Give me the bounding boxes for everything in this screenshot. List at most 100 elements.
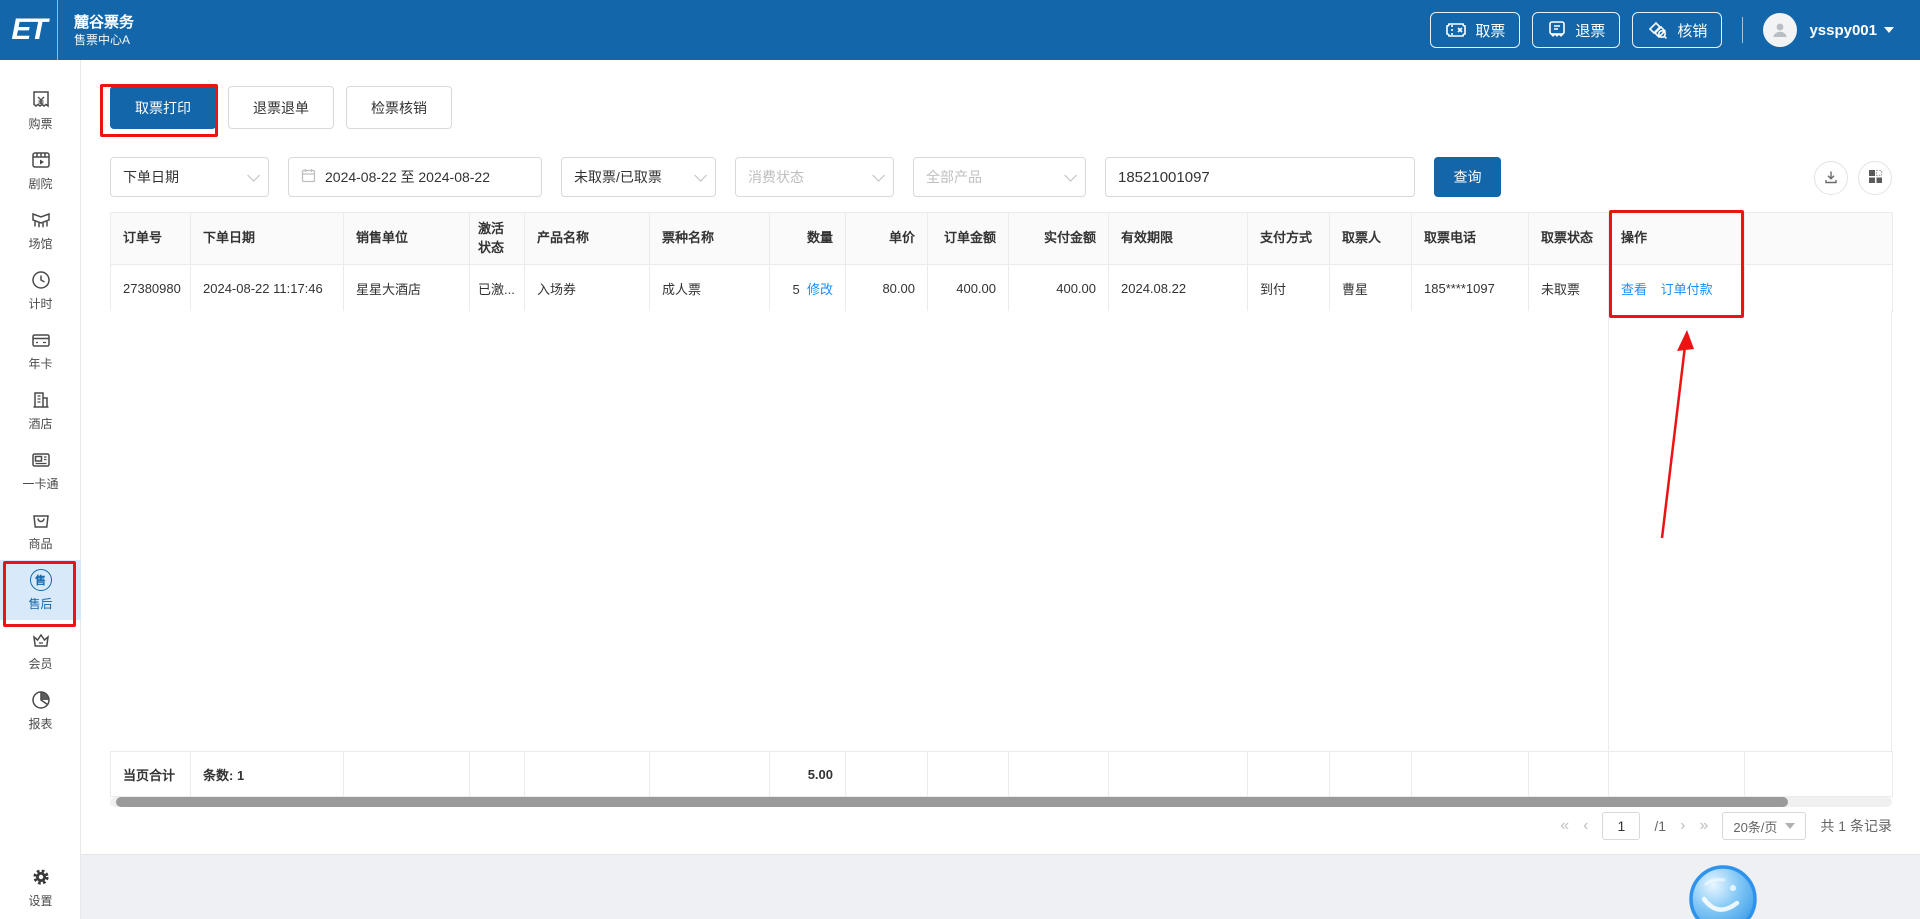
settings-icon: [30, 866, 52, 888]
consume-status-placeholder: 消费状态: [748, 167, 864, 187]
date-type-select[interactable]: 下单日期: [110, 157, 269, 197]
main-content: 取票打印 退票退单 检票核销 下单日期 2024-08-22 至 2024-08…: [81, 60, 1920, 855]
last-page-icon[interactable]: »: [1699, 818, 1708, 834]
calendar-icon: [301, 168, 316, 186]
product-select[interactable]: 全部产品: [913, 157, 1086, 197]
assistant-widget-icon[interactable]: [1688, 864, 1758, 919]
sidebar-item-buy-ticket[interactable]: 购票: [0, 80, 81, 140]
cell-picker: 曹星: [1330, 265, 1412, 312]
sidebar-item-theater[interactable]: 剧院: [0, 140, 81, 200]
workspace-title: 麓谷票务 售票中心A: [58, 13, 134, 48]
top-header: ET 麓谷票务 售票中心A 取票 退票: [0, 0, 1920, 60]
user-name: ysspy001: [1809, 22, 1877, 39]
next-page-icon[interactable]: ›: [1680, 818, 1685, 834]
col-product: 产品名称: [525, 213, 650, 265]
verify-button[interactable]: 核销: [1632, 12, 1722, 48]
chevron-down-icon: [247, 169, 260, 182]
tab-pickup-print[interactable]: 取票打印: [110, 86, 216, 129]
col-pay-method: 支付方式: [1248, 213, 1330, 265]
avatar[interactable]: [1763, 13, 1797, 47]
col-filler: [1745, 213, 1893, 265]
refund-ticket-button[interactable]: 退票: [1532, 12, 1620, 48]
cell-validity: 2024.08.22: [1109, 265, 1248, 312]
sidebar-item-report[interactable]: 报表: [0, 680, 81, 740]
page-size-value: 20条/页: [1733, 817, 1777, 836]
sidebar-item-settings[interactable]: 设置: [0, 859, 81, 915]
refund-ticket-label: 退票: [1575, 20, 1605, 41]
cell-ticket-name: 成人票: [650, 265, 770, 312]
sidebar-item-venue[interactable]: 场馆: [0, 200, 81, 260]
summary-count: 条数: 1: [191, 752, 344, 797]
sidebar-item-label: 剧院: [28, 175, 52, 192]
sidebar-item-hotel[interactable]: 酒店: [0, 380, 81, 440]
current-page[interactable]: 1: [1602, 812, 1640, 840]
sidebar-item-label: 计时: [28, 295, 52, 312]
order-pay-link[interactable]: 订单付款: [1661, 282, 1713, 297]
verify-label: 核销: [1677, 20, 1707, 41]
sidebar-item-aftersale[interactable]: 售 售后: [0, 560, 81, 620]
header-actions: 取票 退票 核销: [1430, 12, 1920, 48]
date-range-picker[interactable]: 2024-08-22 至 2024-08-22: [288, 157, 542, 197]
consume-status-select[interactable]: 消费状态: [735, 157, 894, 197]
venue-title: 麓谷票务: [74, 13, 134, 32]
user-menu[interactable]: ysspy001: [1809, 22, 1894, 39]
view-order-link[interactable]: 查看: [1621, 282, 1647, 297]
col-price: 单价: [846, 213, 928, 265]
table-row: 27380980 2024-08-22 11:17:46 星星大酒店 已激...…: [111, 265, 1893, 312]
sidebar-item-label: 年卡: [28, 355, 52, 372]
chevron-down-icon: [1064, 169, 1077, 182]
sidebar-item-label: 报表: [28, 715, 52, 732]
tab-check-verify[interactable]: 检票核销: [346, 86, 452, 129]
modify-qty-link[interactable]: 修改: [807, 282, 833, 297]
table-right-border: [1891, 311, 1892, 751]
column-layout-button[interactable]: [1858, 161, 1892, 195]
sidebar-item-annual-card[interactable]: 年卡: [0, 320, 81, 380]
horizontal-scrollbar[interactable]: [110, 797, 1892, 807]
scrollbar-thumb[interactable]: [116, 797, 1788, 807]
keyword-input[interactable]: [1105, 157, 1415, 197]
venue-icon: [30, 209, 52, 231]
verify-icon: [1647, 20, 1669, 40]
cell-filler: [1745, 265, 1893, 312]
col-qty: 数量: [770, 213, 846, 265]
sidebar-item-onecard[interactable]: 一卡通: [0, 440, 81, 500]
pickup-ticket-button[interactable]: 取票: [1430, 12, 1520, 48]
aftersale-icon: 售: [30, 569, 52, 591]
filter-bar: 下单日期 2024-08-22 至 2024-08-22 未取票/已取票 消费状…: [110, 157, 1501, 197]
search-button[interactable]: 查询: [1434, 157, 1501, 197]
download-button[interactable]: [1814, 161, 1848, 195]
cell-order-no: 27380980: [111, 265, 191, 312]
sidebar-item-member[interactable]: 会员: [0, 620, 81, 680]
first-page-icon[interactable]: «: [1560, 818, 1569, 834]
sidebar-item-goods[interactable]: 商品: [0, 500, 81, 560]
fixed-column-divider: [1608, 311, 1609, 751]
sidebar-item-timing[interactable]: 计时: [0, 260, 81, 320]
col-validity: 有效期限: [1109, 213, 1248, 265]
cell-product: 入场券: [525, 265, 650, 312]
col-pickup-status: 取票状态: [1529, 213, 1609, 265]
cell-activation: 已激...: [470, 265, 525, 312]
cell-pickup-status: 未取票: [1529, 265, 1609, 312]
pickup-status-select[interactable]: 未取票/已取票: [561, 157, 716, 197]
sidebar-item-label: 设置: [28, 892, 52, 909]
tab-bar: 取票打印 退票退单 检票核销: [110, 86, 452, 129]
chevron-down-icon: [872, 169, 885, 182]
logo-text: ET: [11, 13, 45, 47]
summary-label: 当页合计: [111, 752, 191, 797]
col-order-amount: 订单金额: [928, 213, 1009, 265]
cell-qty: 5 修改: [770, 265, 846, 312]
buy-ticket-icon: [30, 89, 52, 111]
cell-paid-amount: 400.00: [1009, 265, 1109, 312]
date-range-value: 2024-08-22 至 2024-08-22: [325, 167, 529, 187]
col-picker: 取票人: [1330, 213, 1412, 265]
sidebar-item-label: 售后: [28, 595, 52, 612]
prev-page-icon[interactable]: ‹: [1583, 818, 1588, 834]
pagination: « ‹ 1 /1 › » 20条/页 共 1 条记录: [1560, 810, 1892, 842]
total-records: 共 1 条记录: [1820, 816, 1892, 836]
page-size-select[interactable]: 20条/页: [1722, 812, 1806, 840]
qty-value: 5: [793, 282, 800, 297]
cell-seller: 星星大酒店: [344, 265, 470, 312]
sidebar-item-label: 会员: [28, 655, 52, 672]
tab-refund-order[interactable]: 退票退单: [228, 86, 334, 129]
product-value: 全部产品: [926, 167, 1056, 187]
